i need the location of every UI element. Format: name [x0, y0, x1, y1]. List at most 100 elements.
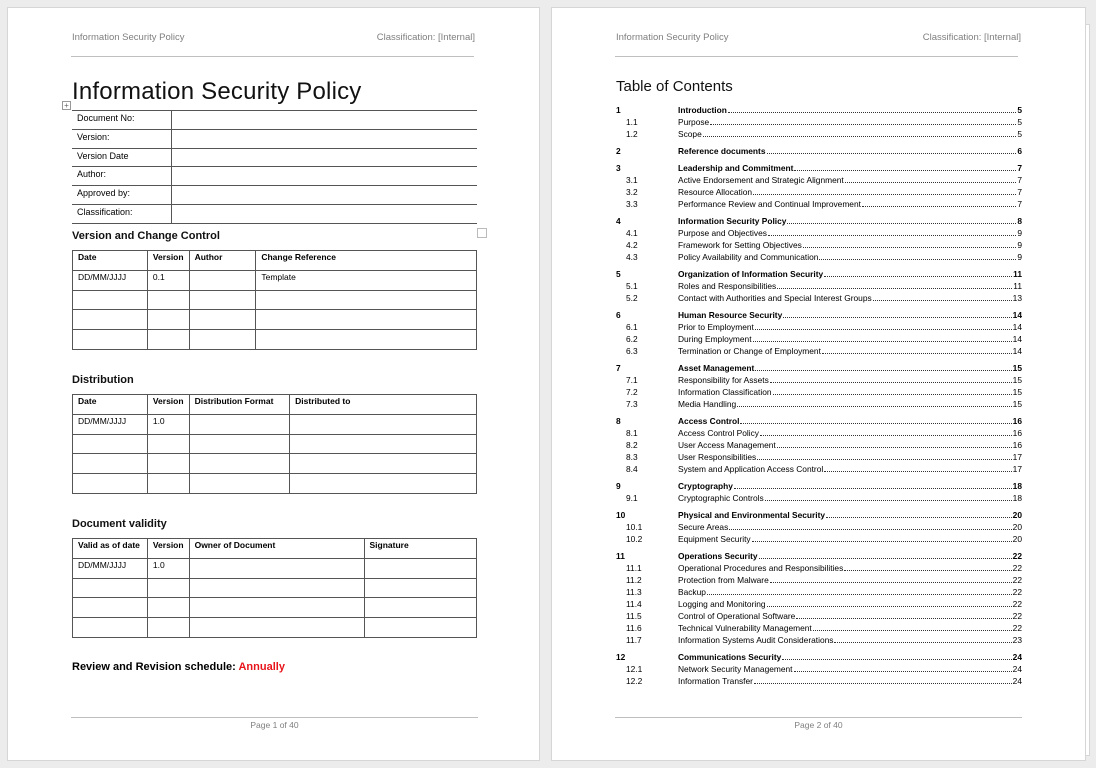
toc-subsection-entry[interactable]: 12.1 Network Security Management 24	[616, 663, 1022, 675]
table-cell[interactable]	[146, 329, 190, 350]
toc-subsection-entry[interactable]: 9.1 Cryptographic Controls 18	[616, 492, 1022, 504]
toc-section-entry[interactable]: 11 Operations Security 22	[616, 550, 1022, 562]
toc-subsection-entry[interactable]: 8.3 User Responsibilities 17	[616, 451, 1022, 463]
table-cell[interactable]	[146, 597, 190, 619]
toc-subsection-entry[interactable]: 11.6 Technical Vulnerability Management 22	[616, 622, 1022, 634]
table-cell[interactable]	[72, 433, 148, 455]
toc-subsection-entry[interactable]: 1.1 Purpose 5	[616, 116, 1022, 128]
toc-section-entry[interactable]: 8 Access Control 16	[616, 415, 1022, 427]
table-cell[interactable]	[72, 577, 148, 599]
toc-subsection-entry[interactable]: 7.1 Responsibility for Assets 15	[616, 374, 1022, 386]
table-cell[interactable]	[188, 473, 291, 494]
toc-section-entry[interactable]: 7 Asset Management 15	[616, 362, 1022, 374]
metadata-value[interactable]	[171, 166, 477, 187]
table-cell[interactable]	[289, 453, 477, 475]
table-cell[interactable]	[188, 413, 291, 435]
metadata-value[interactable]	[171, 185, 477, 205]
toc-section-entry[interactable]: 9 Cryptography 18	[616, 480, 1022, 492]
table-cell[interactable]	[363, 557, 478, 579]
toc-subsection-entry[interactable]: 8.2 User Access Management 16	[616, 439, 1022, 451]
table-cell[interactable]: 1.0	[146, 557, 190, 579]
toc-subsection-entry[interactable]: 7.2 Information Classification 15	[616, 386, 1022, 398]
table-cell[interactable]	[146, 617, 190, 638]
table-cell[interactable]	[255, 289, 477, 311]
toc-subsection-entry[interactable]: 11.7 Information Systems Audit Considerat…	[616, 634, 1022, 646]
document-title[interactable]: Information Security Policy	[72, 78, 362, 106]
table-cell[interactable]	[363, 597, 478, 619]
table-cell[interactable]: 1.0	[146, 413, 190, 435]
toc-subsection-entry[interactable]: 3.1 Active Endorsement and Strategic Alig…	[616, 174, 1022, 186]
toc-subsection-entry[interactable]: 11.1 Operational Procedures and Responsib…	[616, 562, 1022, 574]
table-cell[interactable]	[188, 329, 257, 350]
toc-subsection-entry[interactable]: 6.1 Prior to Employment 14	[616, 321, 1022, 333]
table-cell[interactable]: DD/MM/JJJJ	[72, 557, 148, 579]
toc-section-entry[interactable]: 5 Organization of Information Security 11	[616, 268, 1022, 280]
toc-subsection-entry[interactable]: 6.2 During Employment 14	[616, 333, 1022, 345]
toc-subsection-entry[interactable]: 11.2 Protection from Malware 22	[616, 574, 1022, 586]
table-cell[interactable]	[146, 473, 190, 494]
toc-section-entry[interactable]: 12 Communications Security 24	[616, 651, 1022, 663]
table-cell[interactable]	[72, 473, 148, 494]
table-cell[interactable]	[146, 289, 190, 311]
table-cell[interactable]	[146, 577, 190, 599]
toc-subsection-entry[interactable]: 5.1 Roles and Responsibilities 11	[616, 280, 1022, 292]
toc-section-entry[interactable]: 3 Leadership and Commitment 7	[616, 162, 1022, 174]
table-cell[interactable]	[72, 329, 148, 350]
toc-subsection-entry[interactable]: 3.3 Performance Review and Continual Impr…	[616, 198, 1022, 210]
metadata-value[interactable]	[171, 203, 477, 224]
toc-section-entry[interactable]: 1 Introduction 5	[616, 104, 1022, 116]
table-cell[interactable]	[72, 453, 148, 475]
toc-subsection-entry[interactable]: 10.2 Equipment Security 20	[616, 533, 1022, 545]
toc-section-entry[interactable]: 6 Human Resource Security 14	[616, 309, 1022, 321]
table-cell[interactable]	[188, 269, 257, 291]
toc-subsection-entry[interactable]: 11.3 Backup 22	[616, 586, 1022, 598]
table-cell[interactable]	[72, 597, 148, 619]
toc-subsection-entry[interactable]: 8.1 Access Control Policy 16	[616, 427, 1022, 439]
table-cell[interactable]	[289, 413, 477, 435]
toc-subsection-entry[interactable]: 8.4 System and Application Access Control…	[616, 463, 1022, 475]
table-cell[interactable]	[72, 309, 148, 331]
toc-subsection-entry[interactable]: 4.2 Framework for Setting Objectives 9	[616, 239, 1022, 251]
table-cell[interactable]	[188, 309, 257, 331]
toc-subsection-entry[interactable]: 7.3 Media Handling 15	[616, 398, 1022, 410]
table-cell[interactable]	[255, 309, 477, 331]
table-move-handle-icon[interactable]: +	[62, 101, 71, 110]
toc-subsection-entry[interactable]: 12.2 Information Transfer 24	[616, 675, 1022, 687]
toc-subsection-entry[interactable]: 4.1 Purpose and Objectives 9	[616, 227, 1022, 239]
table-cell[interactable]: Template	[255, 269, 477, 291]
table-cell[interactable]	[72, 617, 148, 638]
toc-subsection-entry[interactable]: 1.2 Scope 5	[616, 128, 1022, 140]
metadata-value[interactable]	[171, 147, 477, 168]
table-cell[interactable]	[188, 577, 365, 599]
toc-subsection-entry[interactable]: 11.5 Control of Operational Software 22	[616, 610, 1022, 622]
toc-subsection-entry[interactable]: 5.2 Contact with Authorities and Special …	[616, 292, 1022, 304]
table-cell[interactable]: 0.1	[146, 269, 190, 291]
table-cell[interactable]	[72, 289, 148, 311]
toc-subsection-entry[interactable]: 4.3 Policy Availability and Communication…	[616, 251, 1022, 263]
table-cell[interactable]	[146, 309, 190, 331]
table-cell[interactable]	[146, 453, 190, 475]
table-resize-handle[interactable]	[477, 228, 487, 238]
table-cell[interactable]: DD/MM/JJJJ	[72, 269, 148, 291]
table-cell[interactable]	[146, 433, 190, 455]
table-cell[interactable]	[188, 289, 257, 311]
metadata-value[interactable]	[171, 128, 477, 149]
toc-section-entry[interactable]: 10 Physical and Environmental Security 20	[616, 509, 1022, 521]
toc-section-entry[interactable]: 4 Information Security Policy 8	[616, 215, 1022, 227]
table-cell[interactable]	[188, 557, 365, 579]
toc-section-entry[interactable]: 2 Reference documents 6	[616, 145, 1022, 157]
table-cell[interactable]: DD/MM/JJJJ	[72, 413, 148, 435]
toc-subsection-entry[interactable]: 3.2 Resource Allocation 7	[616, 186, 1022, 198]
toc-subsection-entry[interactable]: 11.4 Logging and Monitoring 22	[616, 598, 1022, 610]
table-cell[interactable]	[289, 433, 477, 455]
table-cell[interactable]	[289, 473, 477, 494]
toc-subsection-entry[interactable]: 6.3 Termination or Change of Employment 14	[616, 345, 1022, 357]
metadata-value[interactable]	[171, 110, 477, 130]
table-cell[interactable]	[188, 453, 291, 475]
table-cell[interactable]	[255, 329, 477, 350]
table-cell[interactable]	[363, 617, 478, 638]
table-cell[interactable]	[363, 577, 478, 599]
toc-subsection-entry[interactable]: 10.1 Secure Areas 20	[616, 521, 1022, 533]
table-cell[interactable]	[188, 597, 365, 619]
table-cell[interactable]	[188, 433, 291, 455]
